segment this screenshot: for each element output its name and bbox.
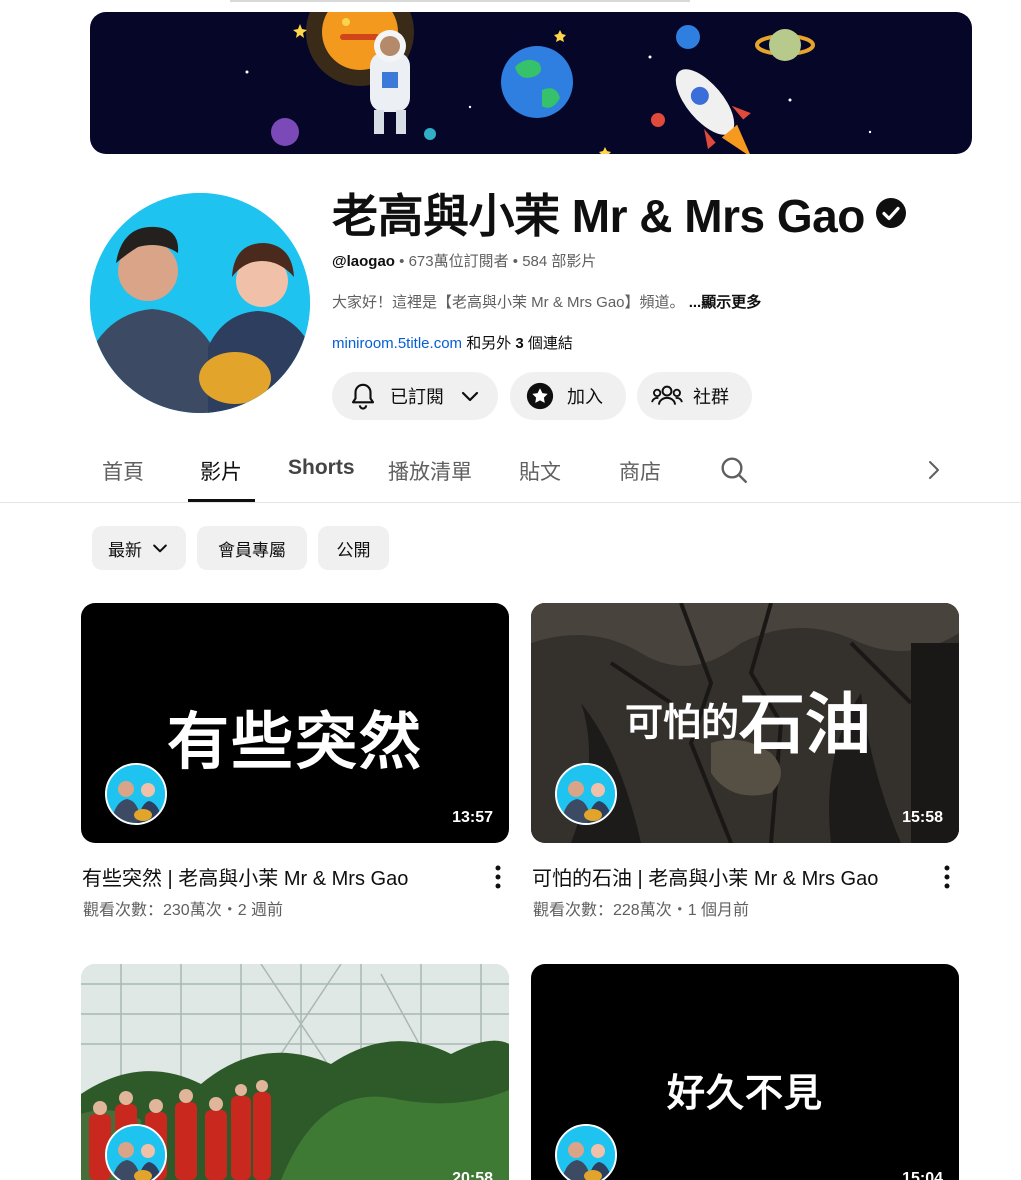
community-button[interactable]: 社群: [637, 372, 752, 420]
thumbnail-caption: 好久不見: [666, 1073, 823, 1115]
banner-top-edge: [230, 0, 690, 2]
video-duration: 15:58: [902, 809, 943, 826]
tab-videos[interactable]: 影片: [200, 456, 242, 486]
active-tab-indicator: [188, 499, 255, 502]
channel-title-text: 老高與小茉 Mr & Mrs Gao: [332, 190, 865, 242]
people-icon: [651, 385, 683, 405]
video-thumbnail[interactable]: 可怕的石油 15:58: [531, 603, 959, 843]
community-label: 社群: [693, 387, 729, 407]
links-suffix-pre[interactable]: 和另外: [466, 335, 511, 352]
join-label: 加入: [567, 387, 603, 407]
links-suffix-post[interactable]: 個連結: [528, 335, 573, 352]
subscribed-button[interactable]: 已訂閱: [332, 372, 498, 420]
channel-tabs: 首頁 影片 Shorts 播放清單 貼文 商店: [0, 440, 1021, 503]
tab-posts[interactable]: 貼文: [519, 456, 561, 486]
channel-handle: @laogao: [332, 253, 395, 270]
video-title[interactable]: 可怕的石油 | 老高與小茉 Mr & Mrs Gao: [532, 862, 878, 891]
channel-links: miniroom.5title.com 和另外 3 個連結: [332, 332, 573, 353]
video-duration: 20:58: [452, 1170, 493, 1180]
more-vert-icon[interactable]: [488, 864, 508, 890]
video-meta: 觀看次數：228萬次・1 個月前: [533, 902, 750, 919]
video-meta: 觀看次數：230萬次・2 週前: [83, 902, 284, 919]
thumbnail-caption: 可怕的石油: [531, 671, 959, 767]
chip-latest-label: 最新: [108, 540, 142, 560]
channel-title: 老高與小茉 Mr & Mrs Gao: [332, 180, 907, 246]
separator: •: [399, 253, 409, 270]
chevron-down-icon: [153, 544, 167, 553]
channel-banner: [90, 12, 972, 154]
video-duration: 13:57: [452, 809, 493, 826]
chevron-down-icon: [461, 391, 479, 402]
separator: •: [512, 253, 523, 270]
tab-shorts[interactable]: Shorts: [288, 456, 355, 480]
avatar-photo: [90, 193, 310, 413]
subscribed-label: 已訂閱: [390, 387, 444, 407]
chevron-right-icon[interactable]: [924, 459, 944, 481]
space-illustration: [245, 12, 872, 154]
channel-description[interactable]: 大家好！這裡是【老高與小茉 Mr & Mrs Gao】頻道。 ...顯示更多: [332, 291, 761, 312]
chip-latest[interactable]: 最新: [92, 526, 186, 570]
thumbnail-avatar: [555, 763, 617, 825]
show-more-link[interactable]: ...顯示更多: [689, 294, 762, 311]
thumbnail-avatar: [105, 1124, 167, 1180]
channel-link[interactable]: miniroom.5title.com: [332, 335, 462, 352]
search-icon[interactable]: [718, 454, 750, 486]
bell-icon: [351, 383, 375, 410]
video-thumbnail[interactable]: 好久不見 15:04: [531, 964, 959, 1180]
verified-icon: [875, 198, 906, 228]
join-button[interactable]: 加入: [510, 372, 626, 420]
video-thumbnail[interactable]: 20:58: [81, 964, 509, 1180]
subscriber-count: 673萬位訂閱者: [408, 253, 509, 270]
description-text: 大家好！這裡是【老高與小茉 Mr & Mrs Gao】頻道。: [332, 294, 685, 311]
tab-playlists[interactable]: 播放清單: [388, 456, 472, 486]
more-vert-icon[interactable]: [937, 864, 957, 890]
chip-public[interactable]: 公開: [318, 526, 389, 570]
thumbnail-avatar: [555, 1124, 617, 1180]
video-title[interactable]: 有些突然 | 老高與小茉 Mr & Mrs Gao: [82, 862, 408, 891]
video-count: 584 部影片: [522, 253, 597, 270]
thumbnail-caption-big: 石油: [739, 687, 871, 761]
video-duration: 15:04: [902, 1170, 943, 1180]
chip-members-only[interactable]: 會員專屬: [197, 526, 307, 570]
tab-store[interactable]: 商店: [619, 456, 661, 486]
links-suffix-count[interactable]: 3: [515, 335, 523, 352]
thumbnail-avatar: [105, 763, 167, 825]
channel-meta: @laogao • 673萬位訂閱者 • 584 部影片: [332, 250, 596, 271]
tab-home[interactable]: 首頁: [102, 456, 144, 486]
channel-avatar[interactable]: [90, 193, 310, 413]
thumbnail-caption-small: 可怕的: [624, 702, 739, 745]
video-thumbnail[interactable]: 有些突然 13:57: [81, 603, 509, 843]
star-icon: [526, 382, 554, 410]
